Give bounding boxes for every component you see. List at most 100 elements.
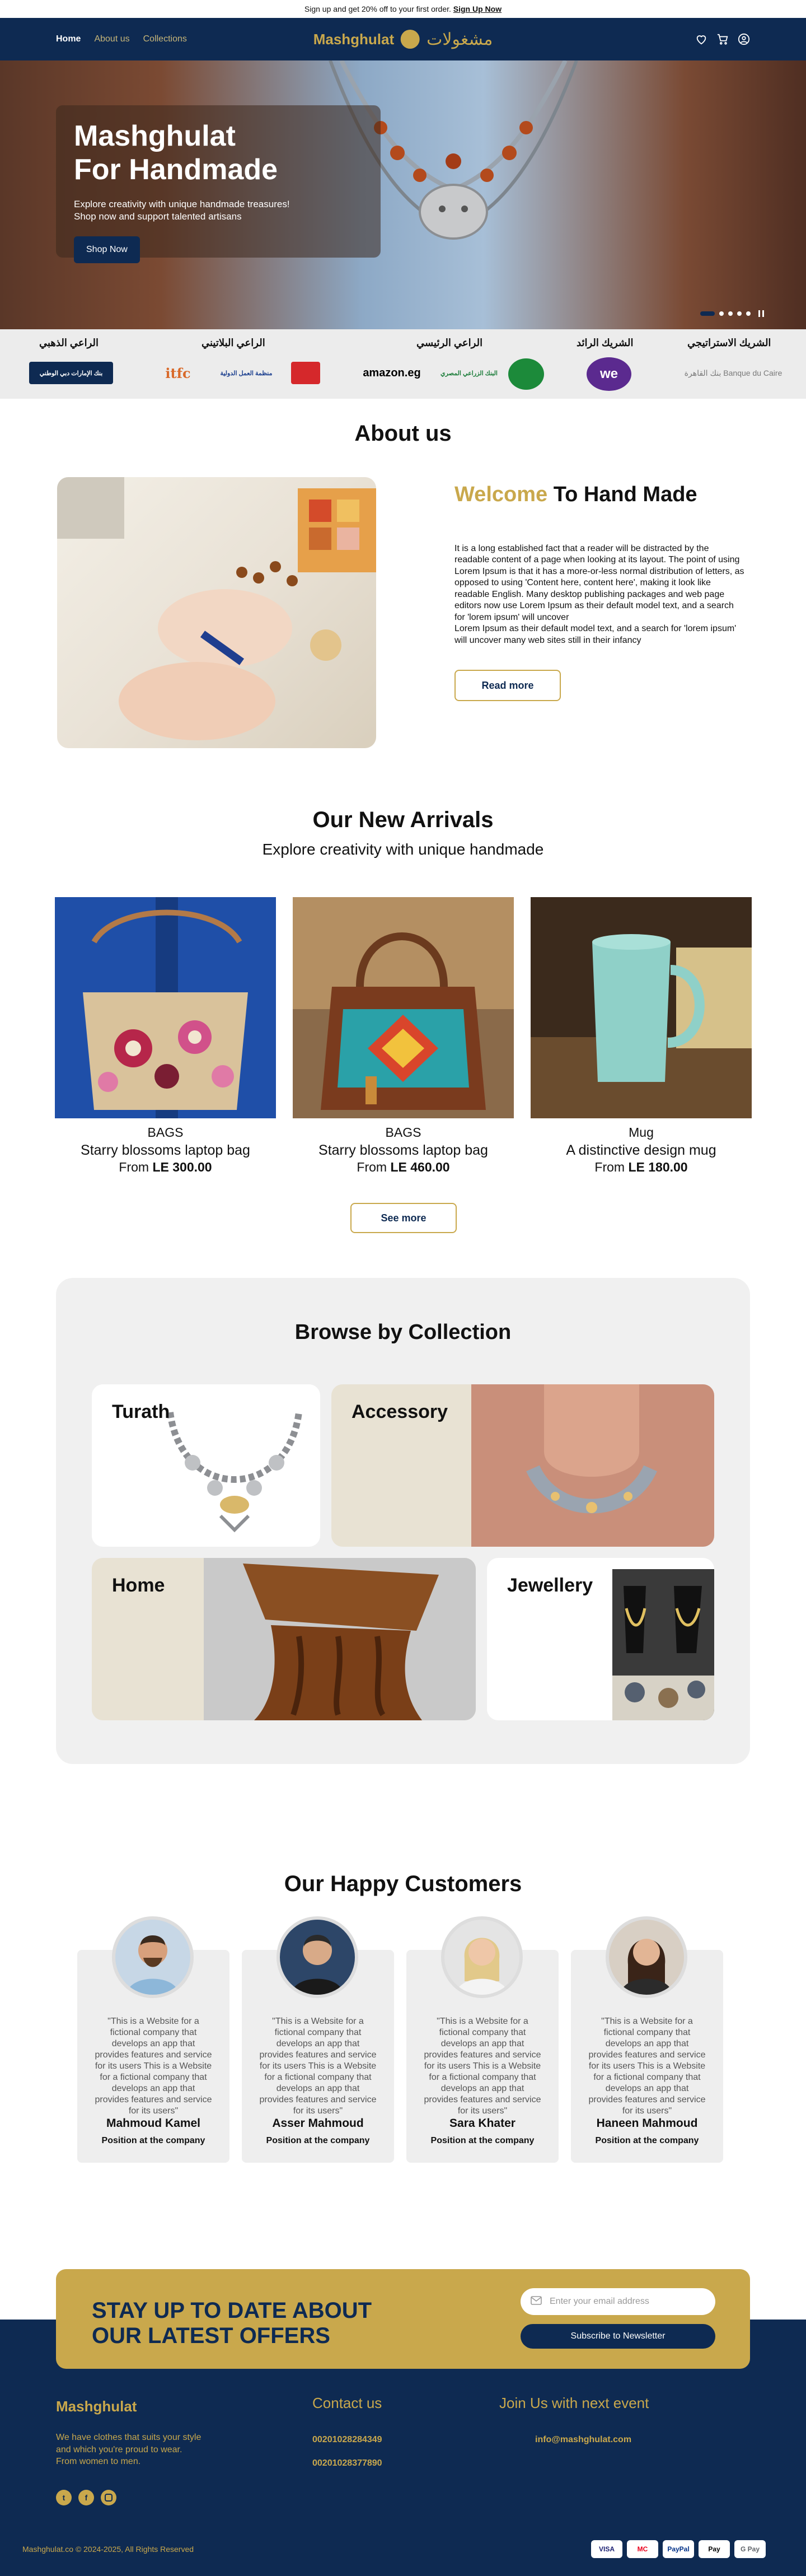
carousel-dot-4[interactable] — [737, 311, 742, 316]
about-image — [57, 477, 376, 748]
sponsor-logo-agri-bank: البنك الزراعي المصري — [441, 370, 498, 377]
read-more-button[interactable]: Read more — [454, 670, 561, 701]
shop-now-button[interactable]: Shop Now — [74, 236, 140, 263]
carousel-dot-3[interactable] — [728, 311, 733, 316]
instagram-icon[interactable] — [101, 2490, 116, 2505]
announcement-text: Sign up and get 20% off to your first or… — [304, 4, 451, 13]
subscribe-button[interactable]: Subscribe to Newsletter — [521, 2324, 715, 2349]
product-card[interactable]: BAGS Starry blossoms laptop bag From LE … — [55, 897, 276, 1175]
product-price: From LE 300.00 — [55, 1160, 276, 1175]
pause-icon[interactable] — [758, 310, 764, 317]
arrivals-heading: Our New Arrivals — [312, 808, 494, 832]
twitter-icon[interactable]: t — [56, 2490, 72, 2505]
testimonial-role: Position at the company — [430, 2136, 535, 2145]
about-title-rest: To Hand Made — [547, 483, 697, 506]
sponsor-logo-we: we — [587, 357, 631, 391]
carousel-dot-1[interactable] — [700, 311, 715, 316]
testimonial-name: Asser Mahmoud — [272, 2117, 364, 2130]
price-value: LE 180.00 — [628, 1160, 688, 1174]
about-title: Welcome To Hand Made — [454, 483, 697, 507]
copyright: Mashghulat.co © 2024-2025, All Rights Re… — [22, 2545, 194, 2554]
nav-collections[interactable]: Collections — [143, 34, 187, 44]
footer-area: Mashghulat We have clothes that suits yo… — [0, 2269, 806, 2576]
contact-phone-1[interactable]: 00201028284349 — [312, 2435, 382, 2445]
testimonial-name: Haneen Mahmoud — [596, 2117, 698, 2130]
sponsor-logo-red — [291, 362, 320, 384]
arrivals-subheading: Explore creativity with unique handmade — [262, 841, 544, 858]
testimonial-role: Position at the company — [266, 2136, 370, 2145]
carousel-dots — [700, 310, 764, 317]
nav-icons — [695, 33, 750, 45]
product-price: From LE 460.00 — [293, 1160, 514, 1175]
logo-text: Mashghulat — [313, 30, 395, 48]
nav-about[interactable]: About us — [94, 34, 129, 44]
hero-subtitle: Explore creativity with unique handmade … — [74, 198, 290, 222]
cart-icon[interactable] — [716, 33, 729, 45]
nav-home[interactable]: Home — [56, 34, 81, 44]
product-card[interactable]: Mug A distinctive design mug From LE 180… — [531, 897, 752, 1175]
logo-arabic: مشغولات — [427, 29, 493, 49]
about-heading: About us — [354, 421, 452, 446]
collection-card-turath[interactable]: Turath — [92, 1384, 320, 1547]
carousel-dot-5[interactable] — [746, 311, 751, 316]
announcement-bar: Sign up and get 20% off to your first or… — [0, 0, 806, 18]
product-image — [293, 897, 514, 1118]
collection-card-home[interactable]: Home — [92, 1558, 476, 1720]
product-category: Mug — [629, 1125, 654, 1140]
sponsor-label-strategic: الشريك الاستراتيجي — [687, 337, 771, 348]
contact-email[interactable]: info@mashghulat.com — [535, 2435, 631, 2445]
main-nav: Home About us Collections Mashghulat مشغ… — [0, 18, 806, 60]
about-section: About us Welcome To Hand Made It is a lo… — [0, 399, 806, 791]
testimonial-card: "This is a Website for a fictional compa… — [406, 1916, 559, 2163]
newsletter-email-input[interactable]: Enter your email address — [521, 2288, 715, 2315]
site-logo[interactable]: Mashghulat مشغولات — [313, 30, 493, 49]
sponsor-label-leading: الشريك الرائد — [577, 337, 634, 348]
about-text: It is a long established fact that a rea… — [454, 544, 744, 645]
google-pay-icon: G Pay — [734, 2540, 766, 2558]
customers-heading: Our Happy Customers — [284, 1872, 522, 1896]
user-icon[interactable] — [738, 33, 750, 45]
sponsor-logo-amazon: amazon.eg — [363, 366, 421, 379]
price-prefix: From — [119, 1160, 153, 1174]
see-more-button[interactable]: See more — [350, 1203, 457, 1233]
social-links: t f — [56, 2490, 116, 2505]
collection-card-jewellery[interactable]: Jewellery — [487, 1558, 714, 1720]
sign-up-link[interactable]: Sign Up Now — [453, 4, 502, 13]
facebook-icon[interactable]: f — [78, 2490, 94, 2505]
sponsors-strip: الراعي الذهبي الراعي البلاتيني الراعي ال… — [0, 329, 806, 399]
logo-emblem — [401, 30, 420, 49]
mastercard-icon: MC — [627, 2540, 658, 2558]
testimonial-name: Sara Khater — [449, 2117, 516, 2130]
price-prefix: From — [357, 1160, 391, 1174]
collection-image — [167, 1412, 302, 1533]
testimonial-card: "This is a Website for a fictional compa… — [571, 1916, 723, 2163]
testimonial-role: Position at the company — [595, 2136, 699, 2145]
about-title-gold: Welcome — [454, 483, 548, 506]
footer-brand: Mashghulat — [56, 2398, 137, 2415]
carousel-dot-2[interactable] — [719, 311, 724, 316]
avatar — [112, 1916, 194, 1998]
product-image — [531, 897, 752, 1118]
product-name: Starry blossoms laptop bag — [318, 1142, 488, 1158]
event-title: Join Us with next event — [499, 2395, 649, 2411]
collection-label: Home — [112, 1575, 165, 1596]
sponsor-label-platinum: الراعي البلاتيني — [202, 337, 265, 348]
product-name: Starry blossoms laptop bag — [81, 1142, 250, 1158]
mail-icon — [531, 2295, 542, 2308]
testimonial-quote: "This is a Website for a fictional compa… — [95, 2017, 212, 2116]
product-card[interactable]: BAGS Starry blossoms laptop bag From LE … — [293, 897, 514, 1175]
hero-title: Mashghulat For Handmade — [74, 120, 278, 186]
sponsor-logo-itfc: itfc — [165, 365, 191, 381]
collection-image — [612, 1569, 714, 1720]
collection-card-accessory[interactable]: Accessory — [331, 1384, 714, 1547]
testimonial-quote: "This is a Website for a fictional compa… — [424, 2017, 541, 2116]
contact-phone-2[interactable]: 00201028377890 — [312, 2458, 382, 2468]
sponsor-logo-enbd: بنك الإمارات دبي الوطني — [29, 362, 113, 384]
apple-pay-icon: Pay — [699, 2540, 730, 2558]
sponsor-logo-ilo: منظمة العمل الدولية — [220, 370, 273, 377]
heart-icon[interactable] — [695, 33, 707, 45]
product-image — [55, 897, 276, 1118]
newsletter-banner: STAY UP TO DATE ABOUT OUR LATEST OFFERS … — [56, 2269, 750, 2369]
product-category: BAGS — [385, 1125, 421, 1140]
hero-text-box: Mashghulat For Handmade Explore creativi… — [56, 105, 381, 263]
